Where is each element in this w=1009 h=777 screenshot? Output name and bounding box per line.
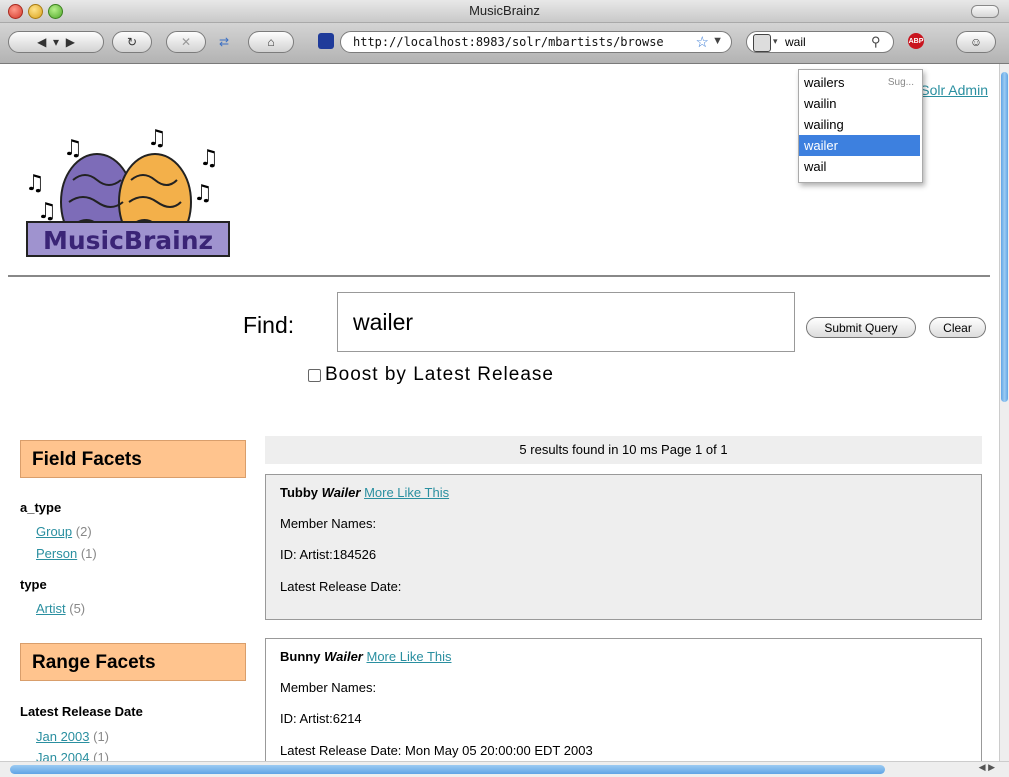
- back-icon[interactable]: ◀: [37, 35, 46, 49]
- clear-button[interactable]: Clear: [929, 317, 986, 338]
- suggestion-hint: Sug...: [887, 77, 914, 88]
- horizontal-scroll-thumb[interactable]: [10, 765, 885, 774]
- reload-button[interactable]: ↻: [112, 31, 152, 53]
- url-dropdown-icon[interactable]: ▼: [712, 35, 723, 47]
- result-title: Tubby Wailer More Like This: [280, 485, 449, 500]
- facet-group-title: type: [20, 577, 47, 592]
- query-input[interactable]: wailer: [337, 292, 795, 352]
- home-icon: ⌂: [267, 35, 275, 49]
- suggestion-label: wailer: [804, 138, 838, 153]
- vertical-scroll-thumb[interactable]: [1001, 72, 1008, 402]
- facet-link-person[interactable]: Person: [36, 546, 77, 561]
- music-note-icon: ♫: [63, 136, 83, 161]
- toolbar-toggle-button[interactable]: [971, 5, 999, 18]
- history-dropdown-icon[interactable]: ▾: [53, 35, 59, 49]
- artist-first-name: Tubby: [280, 485, 319, 500]
- musicbrainz-logo: ♫ ♫ ♫ ♫ ♫ ♫ MusicBrainz: [25, 126, 230, 257]
- artist-first-name: Bunny: [280, 649, 321, 664]
- home-button[interactable]: ⌂: [248, 31, 294, 53]
- facet-link-artist[interactable]: Artist: [36, 601, 66, 616]
- window-title: MusicBrainz: [469, 3, 540, 18]
- monkey-icon: ☺: [969, 35, 983, 49]
- title-bar: MusicBrainz: [0, 0, 1009, 23]
- bookmark-toolbar-icon[interactable]: ⇄: [212, 31, 236, 53]
- results-summary: 5 results found in 10 ms Page 1 of 1: [265, 436, 982, 464]
- back-forward-buttons[interactable]: ◀ ▾ ▶: [8, 31, 104, 53]
- facet-count: (2): [75, 524, 92, 539]
- suggestion-item[interactable]: wailing: [799, 114, 920, 135]
- music-note-icon: ♫: [37, 199, 57, 224]
- music-note-icon: ♫: [25, 171, 45, 196]
- more-like-this-link[interactable]: More Like This: [366, 649, 451, 664]
- facet-item: Person (1): [36, 546, 97, 561]
- engine-dropdown-icon[interactable]: ▾: [773, 36, 778, 47]
- latest-release-date: Latest Release Date: Mon May 05 20:00:00…: [280, 743, 593, 758]
- suggestion-item[interactable]: wailin: [799, 93, 920, 114]
- result-title: Bunny Wailer More Like This: [280, 649, 452, 664]
- greasemonkey-button[interactable]: ☺: [956, 31, 996, 53]
- facet-count: (5): [69, 601, 86, 616]
- result-item: Bunny Wailer More Like This Member Names…: [265, 638, 982, 762]
- divider: [8, 275, 990, 277]
- stop-icon: ✕: [180, 35, 192, 49]
- facet-item: Artist (5): [36, 601, 85, 616]
- site-favicon-icon: [318, 33, 334, 49]
- facet-count: (1): [80, 546, 97, 561]
- suggestion-item-selected[interactable]: wailer: [799, 135, 920, 156]
- search-suggestions-dropdown: wailers Sug... wailin wailing wailer wai…: [798, 69, 923, 183]
- reload-icon: ↻: [126, 35, 138, 49]
- music-note-icon: ♫: [199, 146, 219, 171]
- solr-admin-link[interactable]: Solr Admin: [920, 82, 988, 98]
- suggestion-label: wailers: [804, 75, 845, 90]
- search-bar[interactable]: ▾ wail ⚲: [746, 31, 894, 53]
- music-note-icon: ♫: [193, 181, 213, 206]
- forward-icon[interactable]: ▶: [66, 35, 75, 49]
- field-facets-header: Field Facets: [20, 440, 246, 478]
- facet-count: (1): [93, 729, 110, 744]
- suggestion-item[interactable]: wail: [799, 156, 920, 177]
- boost-checkbox[interactable]: [308, 368, 321, 382]
- submit-query-button[interactable]: Submit Query: [806, 317, 916, 338]
- search-icon[interactable]: ⚲: [871, 34, 881, 50]
- browser-toolbar: ◀ ▾ ▶ ↻ ✕ ⇄ ⌂ http://localhost:8983/solr…: [0, 23, 1009, 64]
- artist-id: ID: Artist:184526: [280, 547, 377, 562]
- suggestion-label: wail: [804, 159, 827, 174]
- bookmark-star-icon[interactable]: ☆: [696, 33, 709, 51]
- suggestion-label: wailin: [804, 96, 837, 111]
- more-like-this-link[interactable]: More Like This: [364, 485, 449, 500]
- latest-release-date: Latest Release Date:: [280, 579, 402, 594]
- facet-link-group[interactable]: Group: [36, 524, 72, 539]
- artist-id: ID: Artist:6214: [280, 711, 362, 726]
- boost-option: Boost by Latest Release: [308, 364, 554, 386]
- result-item: Tubby Wailer More Like This Member Names…: [265, 474, 982, 620]
- facet-item: Jan 2003 (1): [36, 729, 109, 744]
- logo-text: MusicBrainz: [43, 226, 213, 255]
- range-link[interactable]: Jan 2003: [36, 729, 90, 744]
- url-text[interactable]: http://localhost:8983/solr/mbartists/bro…: [353, 35, 664, 49]
- search-input[interactable]: wail: [785, 35, 806, 49]
- member-names: Member Names:: [280, 680, 377, 695]
- range-group-title: Latest Release Date: [20, 704, 143, 719]
- scroll-arrows-icon[interactable]: ◀ ▶: [979, 762, 995, 773]
- suggestion-item[interactable]: wailers Sug...: [799, 72, 920, 93]
- adblock-icon[interactable]: ABP: [908, 33, 924, 49]
- music-note-icon: ♫: [147, 126, 167, 151]
- facet-group-title: a_type: [20, 500, 62, 515]
- stop-button[interactable]: ✕: [166, 31, 206, 53]
- suggestion-label: wailing: [804, 117, 844, 132]
- facet-item: Group (2): [36, 524, 92, 539]
- artist-match-name: Wailer: [321, 485, 361, 500]
- horizontal-scrollbar[interactable]: ◀ ▶: [0, 761, 1009, 777]
- range-facets-header: Range Facets: [20, 643, 246, 681]
- artist-match-name: Wailer: [324, 649, 363, 664]
- boost-label: Boost by Latest Release: [325, 364, 554, 385]
- member-names: Member Names:: [280, 516, 377, 531]
- vertical-scrollbar[interactable]: [999, 64, 1009, 762]
- search-engine-icon[interactable]: [753, 34, 771, 52]
- find-label: Find:: [243, 312, 295, 338]
- url-bar[interactable]: http://localhost:8983/solr/mbartists/bro…: [340, 31, 732, 53]
